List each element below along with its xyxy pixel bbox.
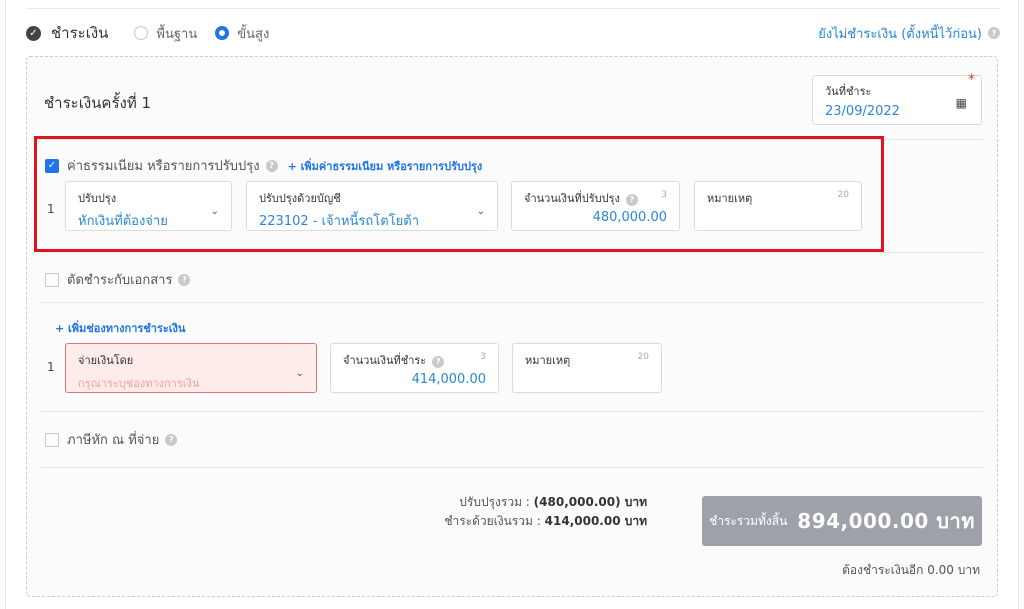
checkbox-icon[interactable]: [45, 272, 59, 287]
adjust-amount-label: จำนวนเงินที่ปรับปรุง?: [524, 189, 667, 207]
divider: [41, 139, 983, 140]
adjust-amount-input[interactable]: จำนวนเงินที่ปรับปรุง? 3 480,000.00: [511, 181, 680, 231]
remaining-text: ต้องชำระเงินอีก 0.00 บาท: [842, 563, 980, 577]
calendar-icon[interactable]: ▦: [956, 96, 967, 110]
checked-checkbox-icon[interactable]: ✓: [45, 158, 59, 173]
grand-total-box: ชำระรวมทั้งสิ้น 894,000.00 บาท: [702, 496, 982, 546]
grand-total-value: 894,000.00 บาท: [797, 509, 975, 533]
adjust-checkbox-row: ✓ ค่าธรรมเนียม หรือรายการปรับปรุง ? + เพ…: [45, 155, 482, 176]
adjust-total-label: ปรับปรุงรวม :: [459, 495, 530, 509]
installment-panel: ชำระเงินครั้งที่ 1 วันที่ชำระ 23/09/2022…: [26, 56, 998, 597]
adjust-amount-value: 480,000.00: [592, 210, 667, 225]
adjust-type-label: ปรับปรุง: [78, 192, 117, 205]
char-count: 20: [837, 190, 849, 200]
left-border: [0, 0, 6, 609]
mode-advanced-label: ขั้นสูง: [237, 26, 270, 42]
radio-selected-icon: [215, 26, 230, 40]
add-payment-channel-link[interactable]: + เพิ่มช่องทางการชำระเงิน: [55, 319, 185, 337]
adjust-checkbox-label: ค่าธรรมเนียม หรือรายการปรับปรุง: [67, 159, 260, 174]
payment-amount-value: 414,000.00: [411, 372, 486, 387]
unpaid-link[interactable]: ยังไม่ชำระเงิน (ตั้งหนี้ไว้ก่อน) ?: [818, 23, 1000, 44]
adjust-account-select[interactable]: ปรับปรุงด้วยบัญชี 223102 - เจ้าหนี้รถโตโ…: [246, 181, 498, 231]
help-icon[interactable]: ?: [265, 159, 278, 172]
help-icon[interactable]: ?: [165, 433, 178, 446]
unpaid-link-label: ยังไม่ชำระเงิน (ตั้งหนี้ไว้ก่อน): [818, 26, 982, 42]
divider: [41, 252, 983, 253]
payment-amount-input[interactable]: จำนวนเงินที่ชำระ? 3 414,000.00: [330, 343, 499, 393]
chevron-down-icon: ⌄: [476, 206, 485, 217]
withholding-checkbox-row: ภาษีหัก ณ ที่จ่าย ?: [45, 429, 178, 450]
mode-basic-radio[interactable]: พื้นฐาน: [134, 23, 197, 44]
payment-method-select[interactable]: จ่ายเงินโดย กรุณาระบุช่องทางการเงิน ⌄: [65, 343, 317, 393]
installment-title: ชำระเงินครั้งที่ 1: [44, 94, 152, 112]
offset-checkbox-row: ตัดชำระกับเอกสาร ?: [45, 269, 191, 290]
adjust-type-select[interactable]: ปรับปรุง หักเงินที่ต้องจ่าย ⌄: [65, 181, 232, 231]
char-count: 3: [661, 190, 667, 200]
char-count: 20: [637, 352, 649, 362]
cash-total-row: ชำระด้วยเงินรวม : 414,000.00 บาท: [407, 512, 647, 531]
help-icon[interactable]: ?: [178, 273, 191, 286]
payment-method-label: จ่ายเงินโดย: [78, 354, 134, 367]
payment-note-input[interactable]: หมายเหตุ 20: [512, 343, 662, 393]
cash-total-label: ชำระด้วยเงินรวม :: [444, 514, 541, 528]
top-divider: [26, 8, 1000, 9]
radio-empty-icon: [134, 26, 149, 40]
right-border: [1018, 0, 1024, 609]
payment-add-row: + เพิ่มช่องทางการชำระเงิน: [55, 319, 185, 337]
payment-row-number: 1: [47, 360, 55, 374]
add-adjustment-link[interactable]: + เพิ่มค่าธรรมเนียม หรือรายการปรับปรุง: [288, 157, 483, 175]
divider: [41, 467, 983, 468]
chevron-down-icon: ⌄: [295, 368, 304, 379]
adjust-amount-label-text: จำนวนเงินที่ปรับปรุง: [524, 192, 620, 205]
divider: [41, 302, 983, 303]
payment-note-label: หมายเหตุ: [525, 354, 571, 367]
mode-basic-label: พื้นฐาน: [156, 26, 198, 42]
adjust-note-label: หมายเหตุ: [707, 192, 753, 205]
adjust-row-number: 1: [47, 202, 55, 216]
adjust-account-value: 223102 - เจ้าหนี้รถโตโยต้า: [259, 214, 420, 229]
help-icon[interactable]: ?: [625, 193, 638, 206]
payment-date-field[interactable]: วันที่ชำระ 23/09/2022 * ▦: [812, 72, 982, 125]
payment-amount-label: จำนวนเงินที่ชำระ?: [343, 351, 486, 369]
adjust-total-value: (480,000.00) บาท: [533, 495, 647, 509]
grand-total-label: ชำระรวมทั้งสิ้น: [709, 513, 788, 528]
chevron-down-icon: ⌄: [210, 206, 219, 217]
mode-advanced-radio[interactable]: ขั้นสูง: [215, 23, 269, 44]
offset-checkbox-label: ตัดชำระกับเอกสาร: [67, 273, 173, 288]
adjust-type-value: หักเงินที่ต้องจ่าย: [78, 214, 168, 229]
checkbox-icon[interactable]: [45, 432, 59, 447]
date-value: 23/09/2022: [825, 104, 900, 119]
adjust-account-label: ปรับปรุงด้วยบัญชี: [259, 192, 341, 205]
help-icon[interactable]: ?: [432, 355, 445, 368]
withholding-checkbox-label: ภาษีหัก ณ ที่จ่าย: [67, 433, 160, 448]
divider: [41, 411, 983, 412]
payment-header: ✓ ชำระเงิน พื้นฐาน ขั้นสูง ยังไม่ชำระเงิ…: [26, 20, 1000, 46]
help-icon[interactable]: ?: [988, 27, 1000, 39]
payment-title: ชำระเงิน: [51, 24, 109, 42]
required-icon: *: [968, 72, 975, 88]
adjust-total-row: ปรับปรุงรวม : (480,000.00) บาท: [407, 493, 647, 512]
char-count: 3: [480, 352, 486, 362]
date-label: วันที่ชำระ: [825, 85, 872, 98]
adjust-note-input[interactable]: หมายเหตุ 20: [694, 181, 862, 231]
cash-total-value: 414,000.00 บาท: [544, 514, 647, 528]
payment-amount-label-text: จำนวนเงินที่ชำระ: [343, 354, 427, 367]
payment-method-placeholder: กรุณาระบุช่องทางการเงิน: [78, 377, 200, 390]
check-circle-icon: ✓: [26, 25, 41, 41]
